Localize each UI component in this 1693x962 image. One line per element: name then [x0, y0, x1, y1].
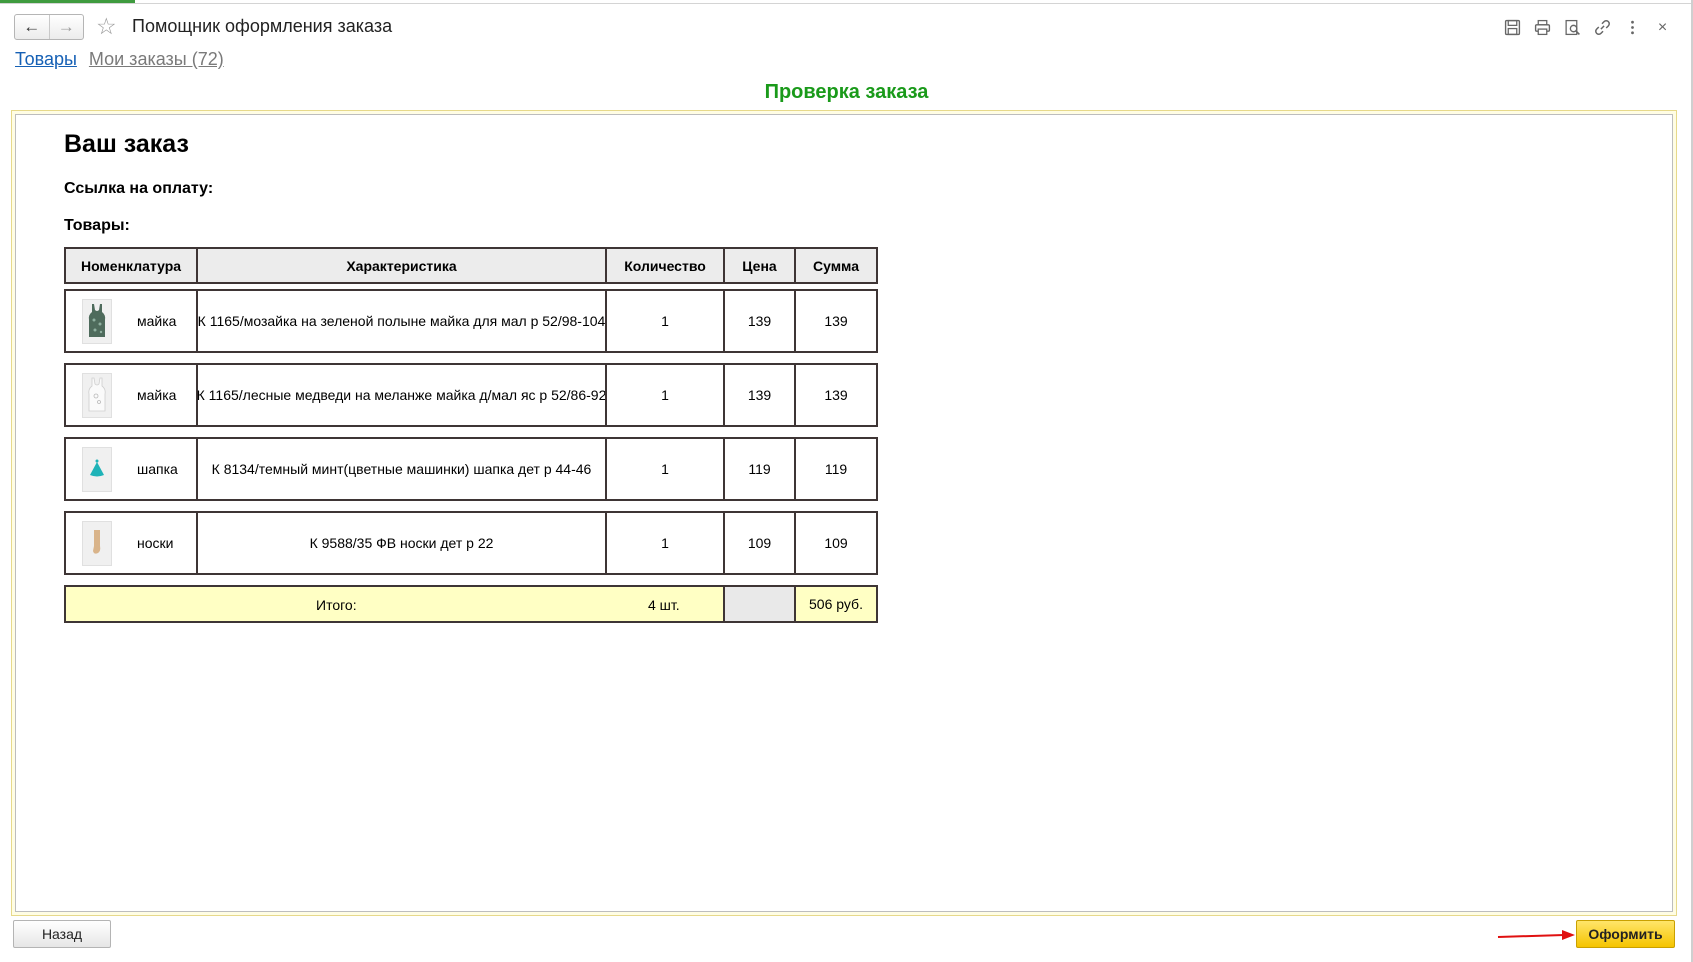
item-characteristic: К 8134/темный минт(цветные машинки) шапк… — [196, 437, 607, 501]
item-sum: 119 — [794, 437, 878, 501]
table-row-name: майка — [64, 289, 198, 353]
window-title: Помощник оформления заказа — [132, 16, 393, 36]
item-price: 119 — [723, 437, 796, 501]
window-toolbar: × — [1502, 17, 1673, 38]
item-quantity: 1 — [605, 289, 725, 353]
item-name: майка — [137, 387, 177, 403]
save-icon[interactable] — [1502, 17, 1523, 38]
close-icon[interactable]: × — [1652, 17, 1673, 38]
column-header-nomenclature: Номенклатура — [64, 247, 198, 284]
item-sum: 139 — [794, 289, 878, 353]
item-characteristic: К 1165/лесные медведи на меланже майка д… — [196, 363, 607, 427]
item-characteristic: К 9588/35 ФВ носки дет р 22 — [196, 511, 607, 575]
item-price: 109 — [723, 511, 796, 575]
favorite-star-icon[interactable]: ☆ — [96, 14, 117, 38]
order-title: Ваш заказ — [64, 130, 189, 158]
history-nav: ← → — [14, 14, 84, 40]
my-orders-link[interactable]: Мои заказы (72) — [89, 49, 224, 70]
column-header-sum: Сумма — [794, 247, 878, 284]
total-sum: 506 руб. — [794, 585, 878, 623]
red-arrow-annotation — [1497, 930, 1575, 940]
item-price: 139 — [723, 363, 796, 427]
order-panel: Ваш заказ Ссылка на оплату: Товары: Номе… — [11, 110, 1677, 916]
item-name: шапка — [137, 461, 178, 477]
item-name: носки — [137, 535, 174, 551]
goods-label: Товары: — [64, 217, 130, 234]
total-row: Итого: 4 шт. — [64, 585, 725, 623]
print-icon[interactable] — [1532, 17, 1553, 38]
item-characteristic: К 1165/мозайка на зеленой полыне майка д… — [196, 289, 607, 353]
top-divider — [0, 3, 1693, 4]
link-icon[interactable] — [1592, 17, 1613, 38]
submit-order-button[interactable]: Оформить — [1576, 920, 1675, 948]
mint-hat-image — [82, 446, 112, 492]
table-row-name: шапка — [64, 437, 198, 501]
goods-link[interactable]: Товары — [15, 49, 77, 70]
more-icon[interactable] — [1622, 17, 1643, 38]
page-header: Проверка заказа — [764, 81, 929, 103]
column-header-price: Цена — [723, 247, 796, 284]
table-row-name: носки — [64, 511, 198, 575]
title-bar: ← → ☆ Помощник оформления заказа × — [0, 8, 1693, 44]
item-quantity: 1 — [605, 363, 725, 427]
order-document: Ваш заказ Ссылка на оплату: Товары: Номе… — [15, 114, 1673, 912]
table-row-name: майка — [64, 363, 198, 427]
total-label: Итого: — [316, 597, 357, 613]
item-quantity: 1 — [605, 437, 725, 501]
forward-arrow-icon[interactable]: → — [50, 15, 84, 39]
back-button[interactable]: Назад — [13, 920, 111, 948]
column-header-quantity: Количество — [605, 247, 725, 284]
payment-link-label: Ссылка на оплату: — [64, 180, 214, 197]
beige-socks-image — [82, 520, 112, 566]
item-quantity: 1 — [605, 511, 725, 575]
white-tank-top-image — [82, 372, 112, 418]
column-header-characteristic: Характеристика — [196, 247, 607, 284]
item-name: майка — [137, 313, 177, 329]
total-price — [723, 585, 796, 623]
item-sum: 139 — [794, 363, 878, 427]
item-price: 139 — [723, 289, 796, 353]
preview-icon[interactable] — [1562, 17, 1583, 38]
total-quantity: 4 шт. — [648, 597, 680, 613]
green-tank-top-image — [82, 298, 112, 344]
section-links: Товары Мои заказы (72) — [15, 49, 224, 70]
item-sum: 109 — [794, 511, 878, 575]
back-arrow-icon[interactable]: ← — [15, 15, 50, 39]
